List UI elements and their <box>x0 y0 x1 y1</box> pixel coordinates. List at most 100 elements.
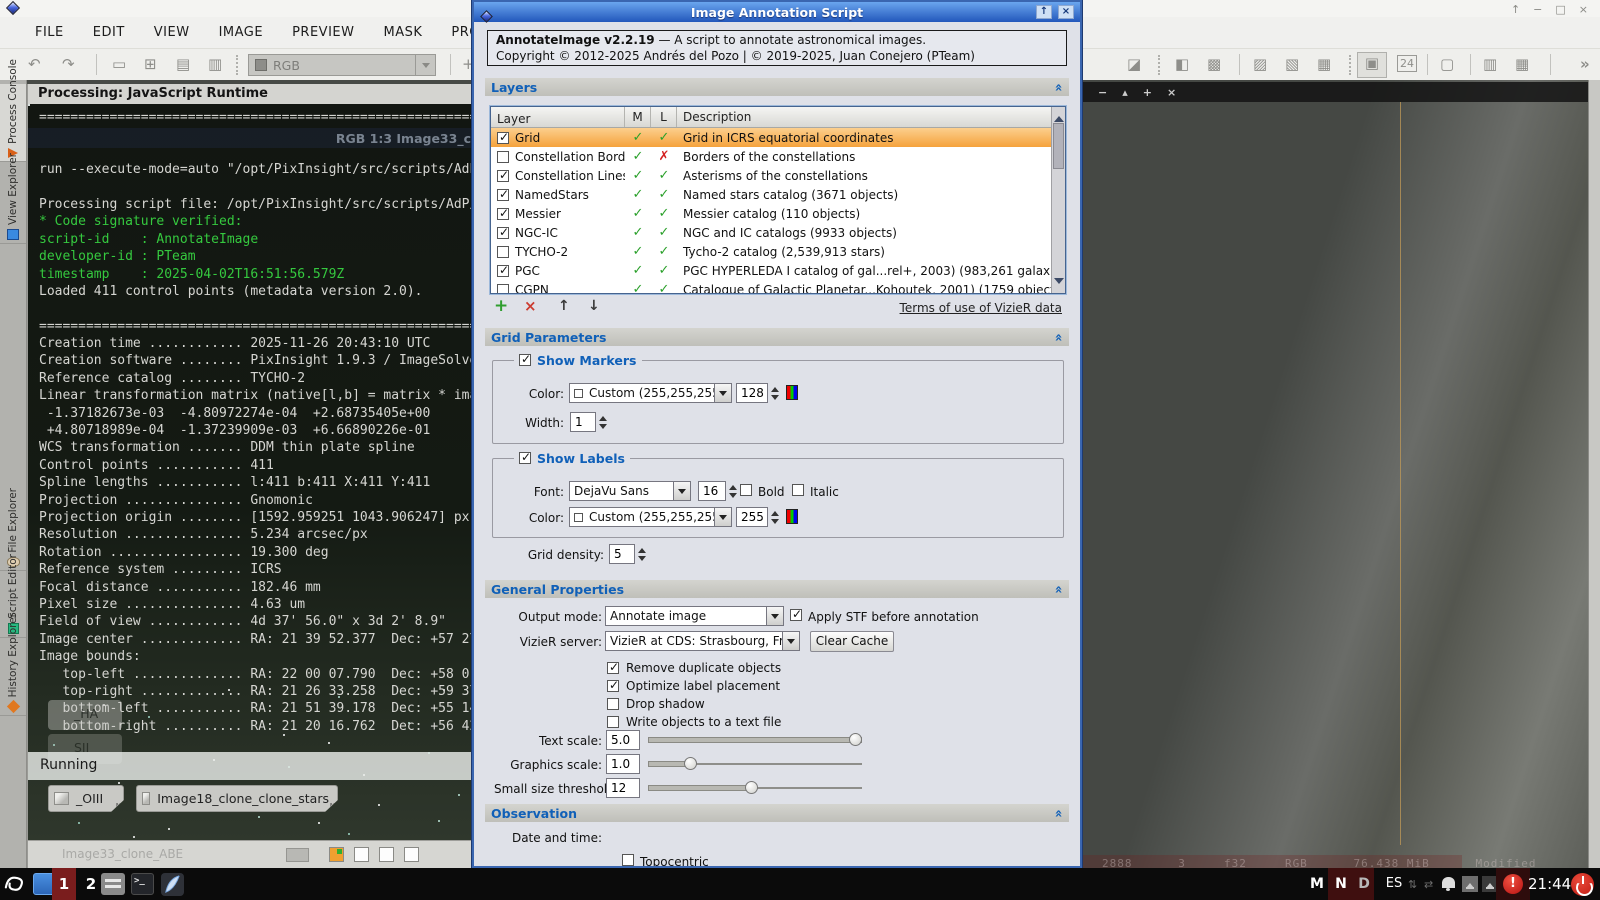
collapse-icon[interactable]: » <box>1051 333 1066 341</box>
column-header-description[interactable]: Description <box>677 107 1065 127</box>
color-picker-icon[interactable] <box>786 509 798 524</box>
undo-icon[interactable]: ↶ <box>28 55 41 73</box>
checkbox-remove-duplicate-objects[interactable] <box>607 662 619 674</box>
font-size-spinner[interactable]: 16 <box>698 481 737 501</box>
layer-checkbox[interactable] <box>497 151 509 163</box>
dialog-titlebar[interactable]: Image Annotation Script ↑ × <box>474 2 1080 22</box>
image-tab-ha[interactable]: _HA <box>48 700 122 730</box>
layer-checkbox[interactable] <box>497 132 509 144</box>
zoom-in-icon[interactable]: + <box>1143 86 1152 99</box>
clock[interactable]: 21:44 <box>1528 868 1571 900</box>
layer-row-tycho-2[interactable]: TYCHO-2✓✓Tycho-2 catalog (2,539,913 star… <box>491 242 1065 261</box>
font-select[interactable]: DejaVu Sans <box>569 481 691 501</box>
column-header-l[interactable]: L <box>651 107 677 127</box>
channel-selector[interactable]: RGB <box>248 54 436 76</box>
sidebar-tab-history-explorer[interactable]: History Explorer <box>0 640 26 716</box>
layer-checkbox[interactable] <box>497 227 509 239</box>
duplicate-view-icon[interactable]: ▤ <box>176 55 190 73</box>
dialog-close-icon[interactable]: × <box>1058 5 1074 19</box>
vizier-server-select[interactable]: VizieR at CDS: Strasbourg, France <box>605 631 800 651</box>
rename-view-icon[interactable]: ▭ <box>112 55 126 73</box>
workspace-swatch[interactable] <box>404 847 419 862</box>
spin-down-icon[interactable] <box>771 519 779 528</box>
layer-checkbox[interactable] <box>497 208 509 220</box>
alert-icon[interactable]: ! <box>1503 874 1523 894</box>
workspace-2[interactable]: 2 <box>80 868 102 900</box>
move-layer-up-button[interactable]: ↑ <box>558 298 570 315</box>
mask-show-icon[interactable]: ▧ <box>1285 55 1299 73</box>
collapse-icon[interactable]: » <box>1051 83 1066 91</box>
menu-file[interactable]: FILE <box>35 25 64 40</box>
layer-row-constellation-borders[interactable]: Constellation Borders✓✗Borders of the co… <box>491 147 1065 166</box>
graphics-scale-value[interactable]: 1.0 <box>606 754 640 774</box>
marker-width-value[interactable]: 1 <box>570 412 596 432</box>
network-status-icon[interactable]: ⇅ <box>1408 878 1417 891</box>
grid-density-value[interactable]: 5 <box>609 544 635 564</box>
scroll-up-icon[interactable] <box>1054 111 1064 122</box>
xfce-menu-icon[interactable] <box>3 873 26 900</box>
layer-row-constellation-lines[interactable]: Constellation Lines✓✓Asterisms of the co… <box>491 166 1065 185</box>
spin-down-icon[interactable] <box>771 395 779 404</box>
mask-invert-icon[interactable]: ▨ <box>1253 55 1267 73</box>
collapse-icon[interactable]: » <box>1051 585 1066 593</box>
graphics-scale-slider[interactable] <box>648 757 862 771</box>
keyboard-layout[interactable]: ES <box>1380 868 1408 900</box>
layer-row-grid[interactable]: Grid✓✓Grid in ICRS equatorial coordinate… <box>491 128 1065 147</box>
notifications-icon[interactable] <box>1442 877 1455 888</box>
menu-preview[interactable]: PREVIEW <box>292 25 354 40</box>
spin-up-icon[interactable] <box>771 507 779 516</box>
spin-up-icon[interactable] <box>599 412 607 421</box>
spin-up-icon[interactable] <box>638 544 646 553</box>
slider-handle[interactable] <box>684 757 697 770</box>
layer-row-pgc[interactable]: PGC✓✓PGC HYPERLEDA I catalog of gal...re… <box>491 261 1065 280</box>
file-manager-launcher-icon[interactable] <box>101 873 125 895</box>
screen-stf-icon[interactable]: ▣ <box>1357 52 1387 78</box>
zoom-out-icon[interactable]: − <box>1098 86 1107 99</box>
maximize-window-icon[interactable]: □ <box>1555 3 1565 16</box>
fit-view-icon[interactable]: ▴ <box>1122 86 1128 99</box>
show-markers-checkbox[interactable] <box>519 354 531 366</box>
slider-handle[interactable] <box>849 733 862 746</box>
scrollbar-thumb[interactable] <box>1053 123 1064 169</box>
tray-indicator-n[interactable]: N <box>1330 868 1352 900</box>
dock-icon[interactable]: ▢ <box>1440 55 1454 73</box>
table-scrollbar[interactable] <box>1051 107 1065 293</box>
layer-checkbox[interactable] <box>497 284 509 295</box>
text-scale-value[interactable]: 5.0 <box>606 730 640 750</box>
scroll-down-icon[interactable] <box>1054 278 1064 289</box>
shade-window-icon[interactable]: ↑ <box>1511 3 1520 16</box>
section-observation[interactable]: Observation» <box>485 804 1069 822</box>
add-layer-button[interactable]: + <box>494 298 508 315</box>
redo-icon[interactable]: ↷ <box>62 55 75 73</box>
new-window-icon[interactable]: ⊞ <box>144 55 157 73</box>
show-labels-checkbox[interactable] <box>519 452 531 464</box>
section-grid-parameters[interactable]: Grid Parameters» <box>485 328 1069 346</box>
section-general-properties[interactable]: General Properties» <box>485 580 1069 598</box>
layer-checkbox[interactable] <box>497 246 509 258</box>
menu-view[interactable]: VIEW <box>154 25 190 40</box>
tray-indicator-d[interactable]: D <box>1353 868 1375 900</box>
delete-layer-button[interactable]: × <box>524 298 537 315</box>
checkbox-optimize-label-placement[interactable] <box>607 680 619 692</box>
bold-checkbox[interactable] <box>740 484 752 496</box>
layer-checkbox[interactable] <box>497 189 509 201</box>
removable-media-icon[interactable] <box>1462 876 1478 892</box>
checkbox-drop-shadow[interactable] <box>607 698 619 710</box>
close-view-icon[interactable]: × <box>1167 86 1176 99</box>
layer-row-namedstars[interactable]: NamedStars✓✓Named stars catalog (3671 ob… <box>491 185 1065 204</box>
layer-checkbox[interactable] <box>497 265 509 277</box>
checkbox-write-objects-to-a-text-file[interactable] <box>607 716 619 728</box>
marker-color-select[interactable]: Custom (255,255,255) <box>569 383 732 403</box>
small-size-threshold-slider[interactable] <box>648 781 862 795</box>
sync-status-icon[interactable]: ⇄ <box>1424 878 1433 891</box>
layer-row-cgpn[interactable]: CGPN✓✓Catalogue of Galactic Planetar...K… <box>491 280 1065 294</box>
layer-row-messier[interactable]: Messier✓✓Messier catalog (110 objects) <box>491 204 1065 223</box>
workspace-swatch[interactable] <box>379 847 394 862</box>
label-alpha-value[interactable]: 255 <box>736 507 768 527</box>
workspace-scrollbar[interactable] <box>1588 80 1600 868</box>
image-tab-image18[interactable]: Image18_clone_clone_stars N <box>136 785 338 812</box>
image-tab-oiii[interactable]: _OIII N <box>48 785 124 812</box>
split-view-icon[interactable]: ◧ <box>1175 55 1189 73</box>
minimize-window-icon[interactable]: − <box>1533 3 1542 16</box>
workspace-swatch-active[interactable] <box>329 847 344 862</box>
